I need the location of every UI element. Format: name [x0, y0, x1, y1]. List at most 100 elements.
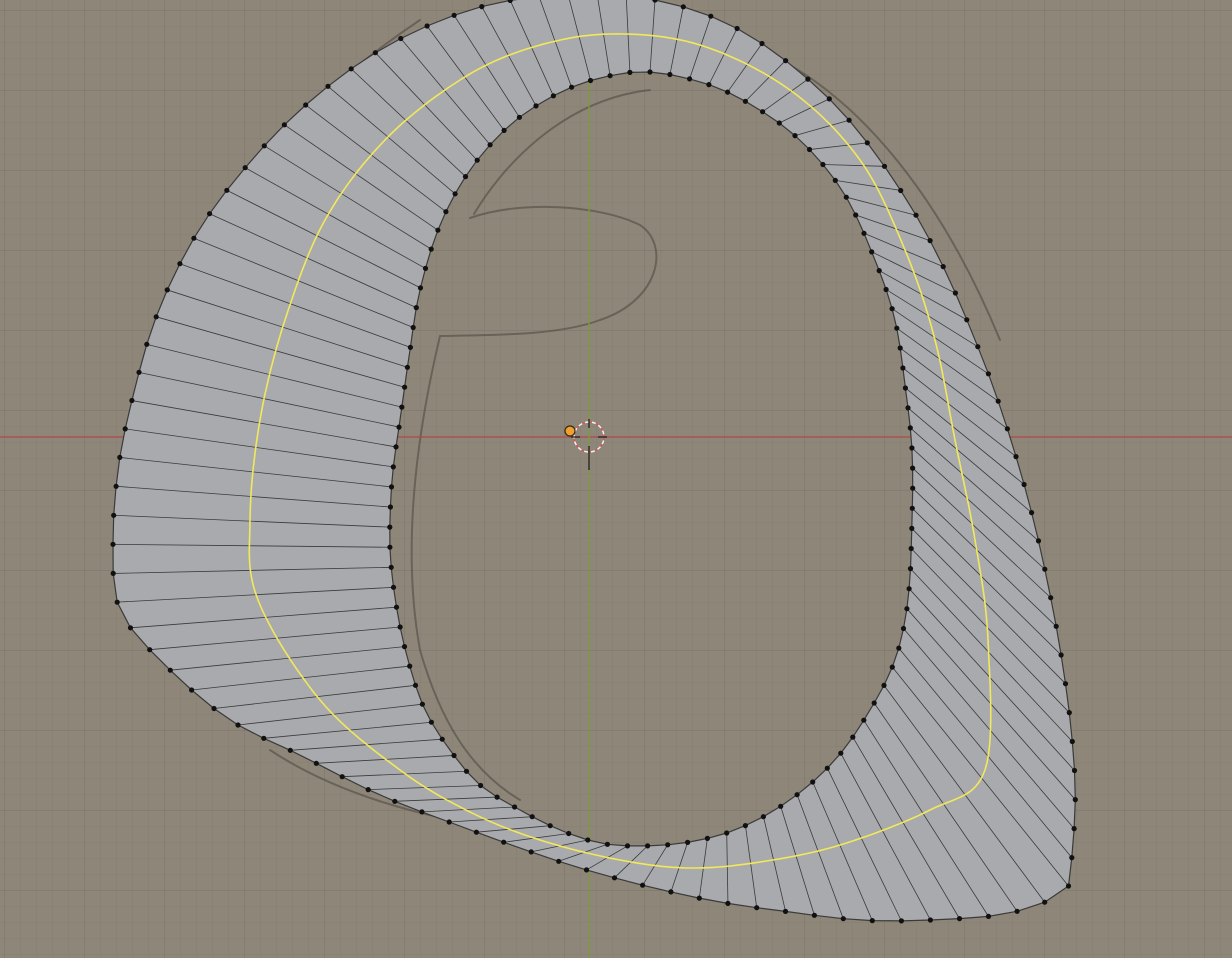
inner-vertex[interactable]	[388, 484, 395, 490]
outer-vertex[interactable]	[189, 687, 195, 693]
inner-vertex[interactable]	[478, 782, 484, 789]
inner-vertex[interactable]	[501, 127, 507, 133]
inner-vertex[interactable]	[390, 464, 396, 470]
inner-vertex[interactable]	[850, 734, 856, 740]
outer-vertex[interactable]	[348, 66, 354, 72]
outer-vertex[interactable]	[325, 83, 331, 89]
inner-vertex[interactable]	[417, 285, 424, 291]
inner-vertex[interactable]	[908, 545, 914, 552]
inner-vertex[interactable]	[607, 73, 613, 79]
outer-vertex[interactable]	[365, 787, 371, 793]
inner-vertex[interactable]	[742, 823, 749, 829]
inner-vertex[interactable]	[665, 842, 671, 848]
outer-vertex[interactable]	[191, 235, 197, 241]
outer-vertex[interactable]	[451, 12, 457, 18]
inner-vertex[interactable]	[435, 227, 441, 233]
outer-vertex[interactable]	[754, 905, 760, 911]
outer-vertex[interactable]	[110, 570, 116, 577]
outer-vertex[interactable]	[952, 290, 959, 296]
inner-vertex[interactable]	[439, 736, 445, 742]
inner-vertex[interactable]	[883, 286, 889, 293]
outer-vertex[interactable]	[1013, 454, 1019, 460]
outer-vertex[interactable]	[528, 849, 534, 855]
outer-vertex[interactable]	[1066, 710, 1072, 716]
outer-vertex[interactable]	[235, 722, 241, 728]
inner-vertex[interactable]	[407, 663, 413, 669]
outer-vertex[interactable]	[846, 117, 852, 123]
outer-vertex[interactable]	[114, 599, 120, 605]
inner-vertex[interactable]	[760, 109, 766, 115]
inner-vertex[interactable]	[529, 814, 535, 820]
inner-vertex[interactable]	[909, 445, 915, 451]
outer-vertex[interactable]	[556, 858, 562, 864]
inner-vertex[interactable]	[792, 133, 798, 139]
inner-vertex[interactable]	[906, 586, 912, 592]
inner-vertex[interactable]	[820, 161, 826, 168]
outer-vertex[interactable]	[129, 397, 135, 404]
inner-vertex[interactable]	[402, 384, 408, 390]
outer-vertex[interactable]	[680, 4, 686, 10]
inner-vertex[interactable]	[393, 444, 399, 450]
inner-vertex[interactable]	[706, 82, 712, 88]
inner-vertex[interactable]	[511, 804, 518, 810]
inner-vertex[interactable]	[443, 209, 449, 215]
outer-vertex[interactable]	[985, 913, 992, 920]
outer-vertex[interactable]	[136, 369, 142, 375]
outer-vertex[interactable]	[339, 774, 345, 780]
outer-vertex[interactable]	[153, 314, 159, 320]
inner-vertex[interactable]	[824, 765, 830, 771]
inner-vertex[interactable]	[909, 525, 915, 532]
outer-vertex[interactable]	[913, 212, 919, 218]
3d-viewport[interactable]	[0, 0, 1232, 958]
inner-vertex[interactable]	[550, 93, 557, 99]
inner-vertex[interactable]	[604, 841, 611, 847]
outer-vertex[interactable]	[287, 747, 293, 753]
outer-vertex[interactable]	[583, 867, 590, 873]
outer-vertex[interactable]	[419, 809, 425, 815]
outer-vertex[interactable]	[611, 875, 618, 881]
outer-vertex[interactable]	[110, 541, 116, 547]
inner-vertex[interactable]	[452, 191, 458, 197]
inner-vertex[interactable]	[390, 584, 397, 590]
inner-vertex[interactable]	[832, 177, 838, 183]
inner-vertex[interactable]	[410, 324, 416, 331]
inner-vertex[interactable]	[685, 839, 691, 846]
outer-vertex[interactable]	[1065, 883, 1072, 889]
inner-vertex[interactable]	[853, 212, 859, 218]
outer-vertex[interactable]	[734, 25, 740, 32]
outer-vertex[interactable]	[927, 238, 933, 244]
outer-vertex[interactable]	[1004, 426, 1011, 432]
inner-vertex[interactable]	[647, 69, 653, 75]
outer-vertex[interactable]	[479, 4, 485, 10]
inner-vertex[interactable]	[412, 682, 419, 688]
inner-vertex[interactable]	[463, 768, 470, 774]
inner-vertex[interactable]	[838, 750, 844, 756]
inner-vertex[interactable]	[387, 544, 393, 550]
outer-vertex[interactable]	[725, 900, 731, 907]
outer-vertex[interactable]	[1014, 908, 1020, 914]
inner-vertex[interactable]	[547, 823, 553, 829]
inner-vertex[interactable]	[810, 779, 816, 785]
inner-vertex[interactable]	[587, 77, 594, 84]
inner-vertex[interactable]	[907, 425, 913, 431]
inner-vertex[interactable]	[624, 843, 631, 849]
outer-vertex[interactable]	[668, 889, 674, 895]
inner-vertex[interactable]	[869, 249, 875, 255]
outer-vertex[interactable]	[985, 371, 992, 377]
outer-vertex[interactable]	[826, 96, 832, 102]
outer-vertex[interactable]	[127, 625, 134, 631]
inner-vertex[interactable]	[419, 701, 425, 707]
inner-vertex[interactable]	[897, 345, 903, 351]
outer-vertex[interactable]	[281, 122, 287, 128]
outer-vertex[interactable]	[864, 140, 870, 146]
inner-vertex[interactable]	[494, 794, 500, 800]
outer-vertex[interactable]	[303, 102, 309, 108]
outer-vertex[interactable]	[398, 35, 404, 42]
outer-vertex[interactable]	[111, 512, 117, 518]
outer-vertex[interactable]	[696, 895, 702, 901]
inner-vertex[interactable]	[428, 246, 434, 252]
inner-vertex[interactable]	[388, 564, 394, 570]
outer-vertex[interactable]	[1021, 481, 1027, 488]
outer-vertex[interactable]	[1048, 595, 1054, 601]
inner-vertex[interactable]	[902, 385, 909, 391]
